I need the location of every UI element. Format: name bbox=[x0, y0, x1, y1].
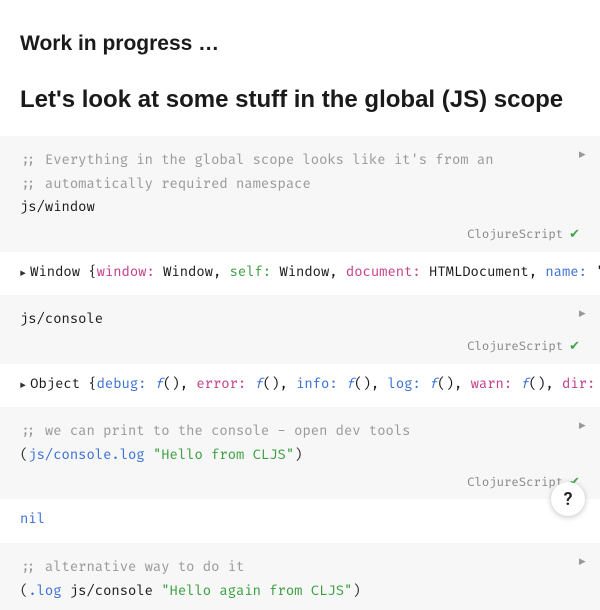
section-heading: Let's look at some stuff in the global (… bbox=[20, 86, 580, 114]
code-content: ;; Everything in the global scope looks … bbox=[20, 150, 580, 221]
expand-caret-icon[interactable]: ▶ bbox=[20, 268, 26, 280]
expand-caret-icon[interactable]: ▶ bbox=[20, 380, 26, 392]
code-content: ;; we can print to the console - open de… bbox=[20, 421, 580, 468]
run-icon[interactable]: ▶ bbox=[579, 144, 586, 165]
run-icon[interactable]: ▶ bbox=[579, 415, 586, 436]
help-button[interactable]: ? bbox=[551, 482, 585, 516]
wip-heading: Work in progress … bbox=[20, 32, 580, 56]
run-icon[interactable]: ▶ bbox=[579, 303, 586, 324]
code-cell-2[interactable]: ▶ js/console ClojureScript✔ bbox=[0, 295, 600, 363]
run-icon[interactable]: ▶ bbox=[579, 551, 586, 572]
lang-label: ClojureScript✔ bbox=[20, 221, 580, 246]
code-cell-1[interactable]: ▶ ;; Everything in the global scope look… bbox=[0, 136, 600, 252]
lang-label: ClojureScript✔ bbox=[20, 469, 580, 494]
code-cell-3[interactable]: ▶ ;; we can print to the console - open … bbox=[0, 407, 600, 499]
code-content: ;; alternative way to do it (.log js/con… bbox=[20, 557, 580, 604]
output-1: ▶Window {window: Window, self: Window, d… bbox=[0, 252, 600, 296]
code-content: js/console bbox=[20, 309, 580, 333]
output-2: ▶Object {debug: f(), error: f(), info: f… bbox=[0, 364, 600, 408]
lang-label: ClojureScript✔ bbox=[20, 333, 580, 358]
check-icon: ✔ bbox=[569, 226, 580, 242]
check-icon: ✔ bbox=[569, 338, 580, 354]
output-3: nil bbox=[0, 499, 600, 543]
